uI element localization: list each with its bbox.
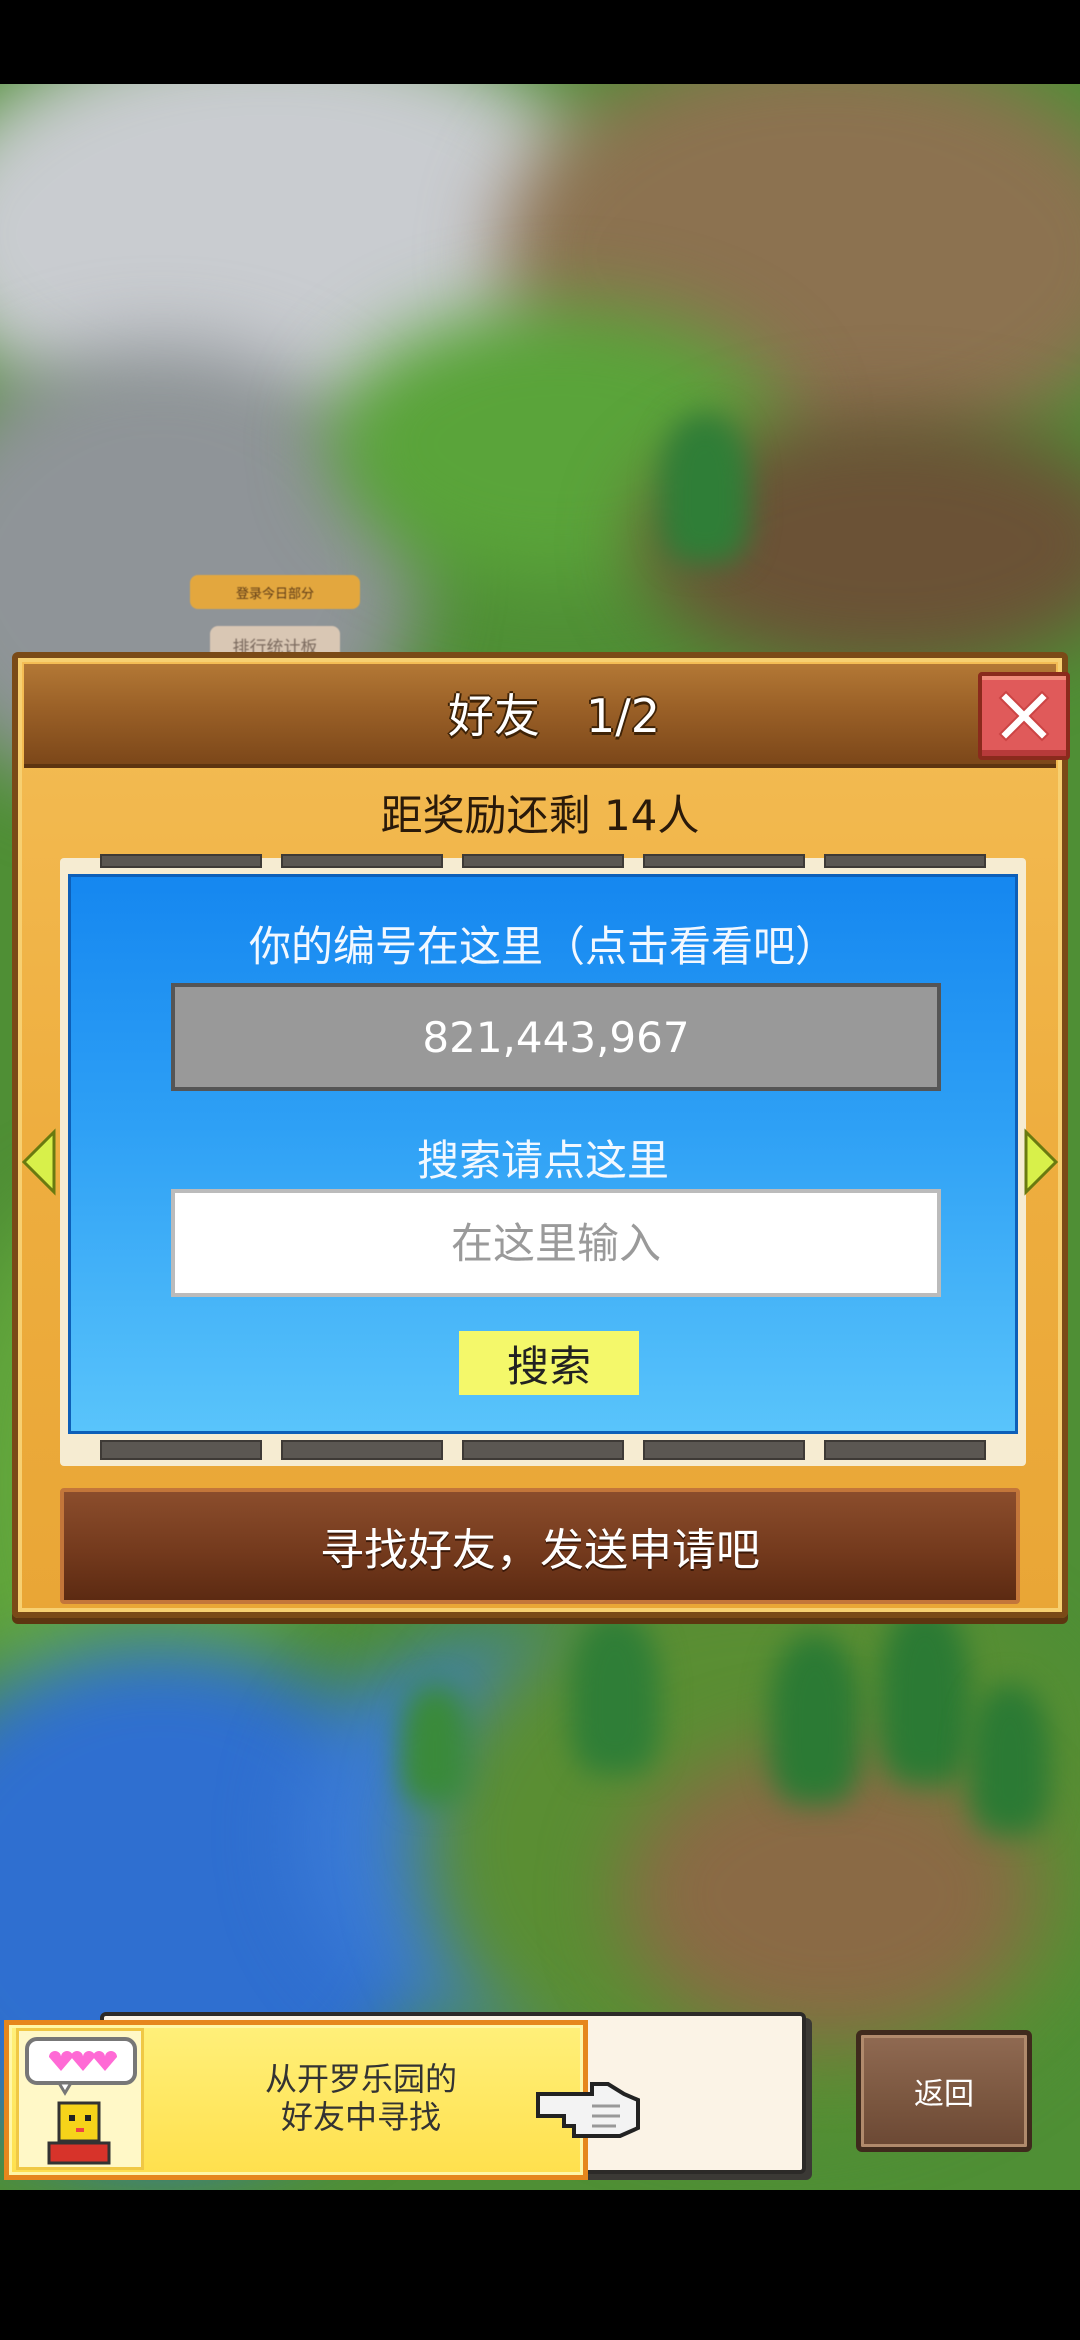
find-friends-button[interactable]: 寻找好友，发送申请吧 xyxy=(60,1488,1020,1604)
arrow-right-icon[interactable] xyxy=(1024,1128,1060,1196)
navigation-bar xyxy=(0,2190,1080,2340)
tab[interactable] xyxy=(643,1440,805,1460)
search-caption: 搜索请点这里 xyxy=(416,1136,669,1185)
arrow-left-icon[interactable] xyxy=(20,1128,56,1196)
tab[interactable] xyxy=(100,1440,262,1460)
tab[interactable] xyxy=(462,1440,624,1460)
player-id-box[interactable]: 821,443,967 xyxy=(171,983,941,1091)
daily-login-label: 登录今日部分 xyxy=(190,575,360,609)
tab[interactable] xyxy=(643,854,805,868)
dialog-header: 好友 1/2 xyxy=(24,664,1070,768)
tab[interactable] xyxy=(281,854,443,868)
panel-frame: 你的编号在这里（点击看看吧） 821,443,967 搜索请点这里 搜索 xyxy=(60,854,1026,1466)
search-input[interactable] xyxy=(171,1189,941,1297)
pixel-character-icon xyxy=(25,2037,137,2165)
search-panel: 你的编号在这里（点击看看吧） 821,443,967 搜索请点这里 搜索 xyxy=(68,874,1018,1434)
reward-status: 距奖励还剩 14人 xyxy=(380,791,700,840)
pointing-hand-icon xyxy=(536,2082,640,2138)
tab[interactable] xyxy=(100,854,262,868)
dialog-title: 好友 1/2 xyxy=(447,689,661,743)
tab-strip-bottom xyxy=(100,1440,986,1460)
status-bar xyxy=(0,0,1080,84)
tab[interactable] xyxy=(824,1440,986,1460)
tab[interactable] xyxy=(281,1440,443,1460)
back-button[interactable]: 返回 xyxy=(856,2030,1032,2152)
tab-strip-top xyxy=(100,854,986,868)
friends-dialog: 好友 1/2 距奖励还剩 14人 你的编号在这里（点击看看吧） 821,443,… xyxy=(12,652,1070,1618)
close-x-icon xyxy=(998,690,1050,742)
character-portrait xyxy=(16,2028,144,2170)
banner-text: 从开罗乐园的 好友中寻找 xyxy=(196,2060,526,2150)
tab[interactable] xyxy=(824,854,986,868)
close-button[interactable] xyxy=(978,672,1070,760)
tab[interactable] xyxy=(462,854,624,868)
banner-line-2: 好友中寻找 xyxy=(280,2098,441,2136)
id-caption: 你的编号在这里（点击看看吧） xyxy=(248,922,837,971)
search-button[interactable]: 搜索 xyxy=(459,1331,639,1395)
banner-line-1: 从开罗乐园的 xyxy=(264,2060,457,2098)
